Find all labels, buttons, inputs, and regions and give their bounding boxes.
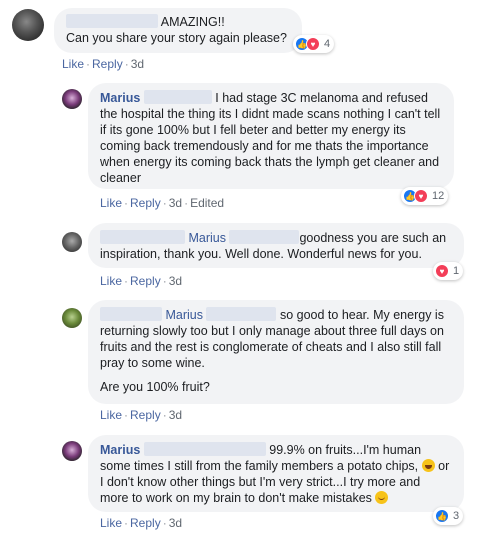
comment-actions: Like · Reply · 3d — [100, 274, 183, 288]
like-link[interactable]: Like — [100, 516, 122, 530]
redacted-name — [100, 230, 185, 244]
redacted-name — [100, 307, 162, 321]
redacted-name — [66, 14, 158, 28]
avatar[interactable] — [62, 308, 82, 328]
reaction-count: 1 — [453, 265, 460, 277]
reactions-badge[interactable]: 👍 ♥ 12 — [401, 187, 449, 205]
laughing-emoji — [421, 459, 435, 472]
like-link[interactable]: Like — [100, 408, 122, 422]
redacted-name — [206, 307, 277, 321]
reply-link[interactable]: Reply — [130, 516, 161, 530]
comment-bubble: Marius goodness you are such an inspirat… — [88, 223, 464, 268]
comment-actions: Like · Reply · 3d — [100, 516, 183, 530]
reply-link[interactable]: Reply — [130, 274, 161, 288]
redacted-name — [229, 230, 300, 244]
like-link[interactable]: Like — [62, 57, 84, 71]
timestamp[interactable]: 3d — [169, 274, 182, 288]
edited-label[interactable]: Edited — [190, 196, 224, 210]
heart-icon: ♥ — [414, 189, 428, 203]
thumbs-up-icon: 👍 — [435, 509, 449, 523]
comment-bubble: Marius I had stage 3C melanoma and refus… — [88, 83, 454, 189]
tagged-name[interactable]: Marius — [165, 308, 203, 322]
redacted-name — [143, 442, 266, 456]
comment-actions: Like · Reply · 3d — [100, 408, 183, 422]
comment-actions: Like · Reply · 3d — [62, 57, 145, 71]
comment-bubble: Marius so good to hear. My energy is ret… — [88, 300, 464, 404]
heart-icon: ♥ — [306, 37, 320, 51]
reply-link[interactable]: Reply — [92, 57, 123, 71]
reactions-badge[interactable]: ♥ 1 — [433, 262, 464, 280]
comment-actions: Like · Reply · 3d · Edited — [100, 196, 225, 210]
comment-text: Can you share your story again please? — [66, 31, 287, 45]
reactions-badge[interactable]: 👍 ♥ 4 — [293, 35, 335, 53]
author-name[interactable]: Marius — [100, 443, 140, 457]
smiling-emoji — [375, 491, 389, 504]
reaction-count: 12 — [432, 190, 445, 202]
reply-link[interactable]: Reply — [130, 196, 161, 210]
reaction-count: 4 — [324, 38, 331, 50]
like-link[interactable]: Like — [100, 274, 122, 288]
avatar[interactable] — [12, 9, 44, 41]
comment-bubble: Marius 99.9% on fruits...I'm human some … — [88, 435, 464, 512]
author-name[interactable]: Marius — [100, 91, 140, 105]
comment-text: Are you 100% fruit? — [100, 380, 210, 394]
reply-link[interactable]: Reply — [130, 408, 161, 422]
reactions-badge[interactable]: 👍 3 — [433, 507, 464, 525]
avatar[interactable] — [62, 232, 82, 252]
timestamp[interactable]: 3d — [169, 408, 182, 422]
avatar[interactable] — [62, 89, 82, 109]
timestamp[interactable]: 3d — [169, 196, 182, 210]
heart-icon: ♥ — [435, 264, 449, 278]
redacted-name — [143, 90, 212, 104]
timestamp[interactable]: 3d — [169, 516, 182, 530]
comment-text: I had stage 3C melanoma and refused the … — [100, 91, 441, 185]
reaction-count: 3 — [453, 510, 460, 522]
comment-bubble: AMAZING!! Can you share your story again… — [54, 8, 302, 53]
timestamp[interactable]: 3d — [131, 57, 144, 71]
tagged-name[interactable]: Marius — [188, 231, 226, 245]
like-link[interactable]: Like — [100, 196, 122, 210]
avatar[interactable] — [62, 441, 82, 461]
comment-text: AMAZING!! — [160, 15, 225, 29]
